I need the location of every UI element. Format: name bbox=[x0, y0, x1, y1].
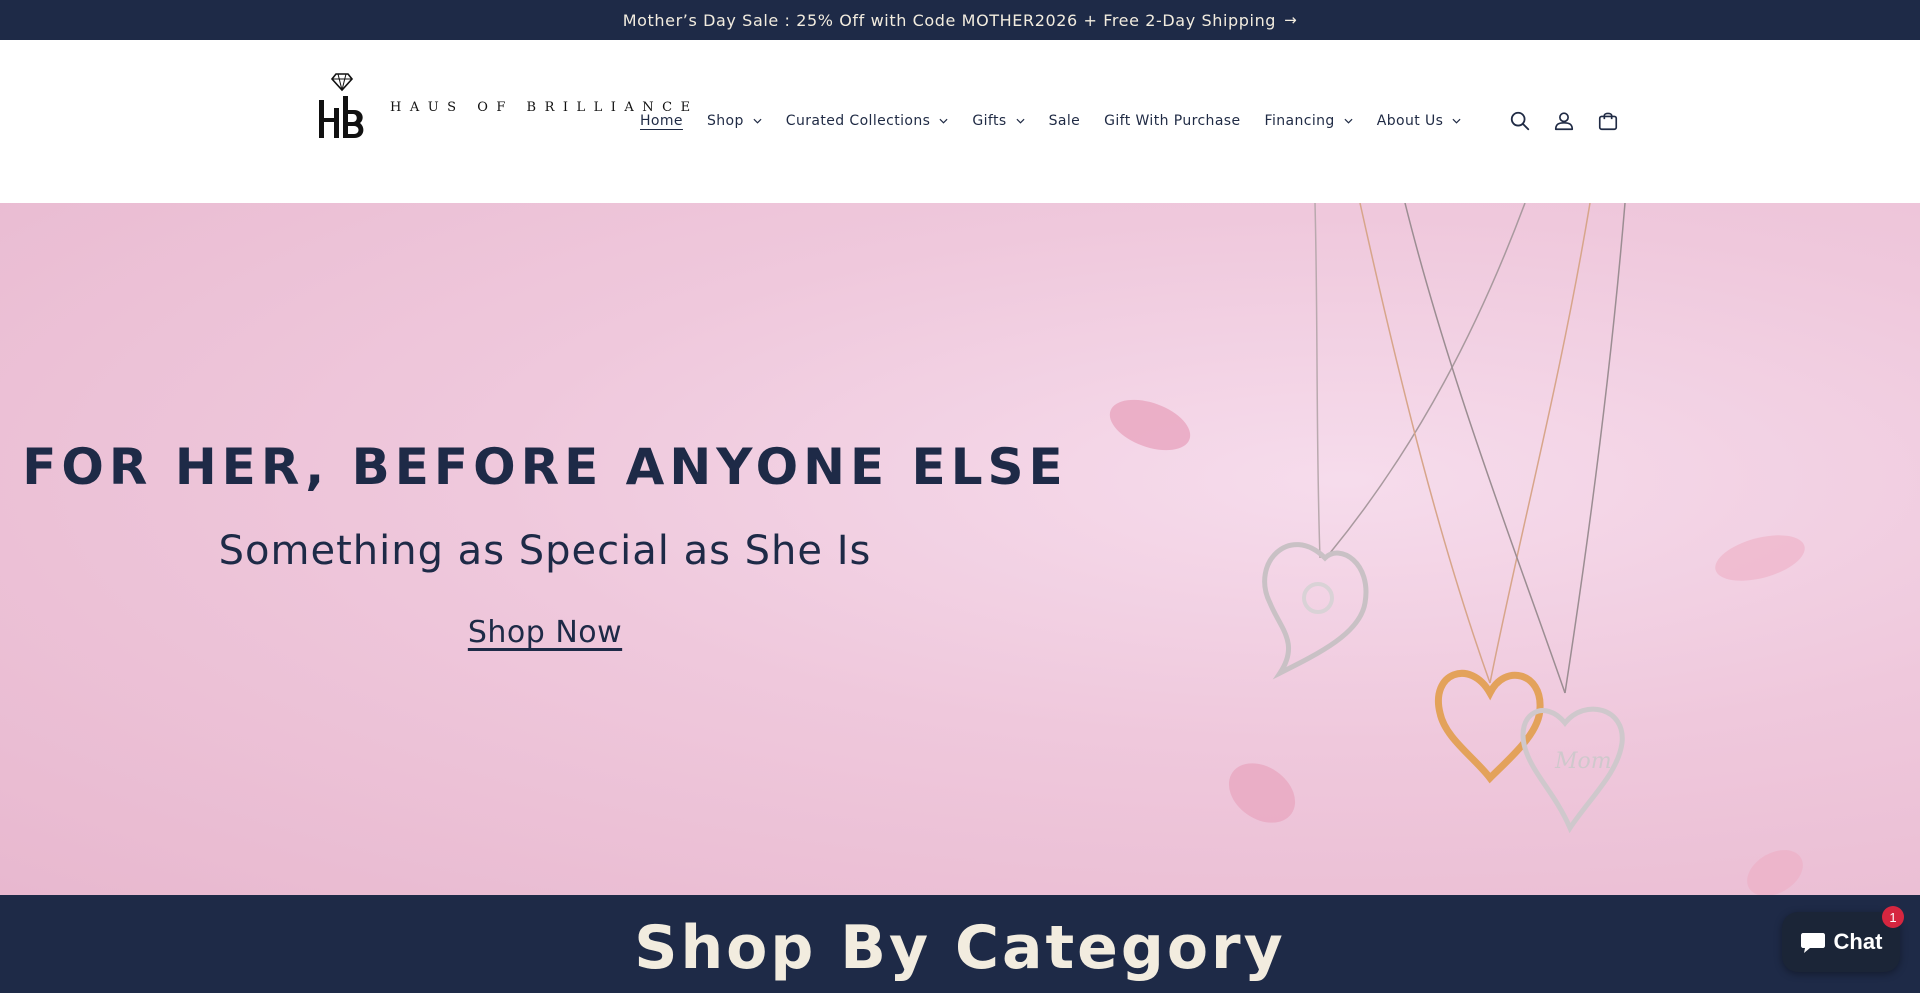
hero-banner[interactable]: Mom FOR HER, BEFORE ANYONE ELSE Somethin… bbox=[0, 203, 1920, 895]
chevron-down-icon bbox=[1344, 118, 1353, 124]
cart-icon bbox=[1598, 112, 1618, 131]
hero-subtitle: Something as Special as She Is bbox=[218, 528, 872, 574]
arrow-right-icon: → bbox=[1284, 11, 1298, 29]
nav-item-label: Gift With Purchase bbox=[1104, 113, 1241, 129]
nav-item-label: Shop bbox=[706, 113, 744, 129]
search-button[interactable] bbox=[1498, 104, 1542, 138]
shop-now-link[interactable]: Shop Now bbox=[0, 615, 1090, 650]
announcement-bar[interactable]: Mother’s Day Sale : 25% Off with Code MO… bbox=[0, 0, 1920, 40]
nav-item-label: About Us bbox=[1376, 113, 1444, 129]
shop-by-category-section: Shop By Category bbox=[0, 895, 1920, 993]
chat-label: Chat bbox=[1833, 929, 1883, 954]
nav-item-home[interactable]: Home bbox=[640, 113, 683, 129]
nav-item-gifts[interactable]: Gifts bbox=[972, 113, 1025, 129]
chat-notification-badge: 1 bbox=[1882, 906, 1904, 928]
nav-item-label: Sale bbox=[1048, 113, 1081, 129]
cart-button[interactable] bbox=[1586, 104, 1630, 138]
nav-item-financing[interactable]: Financing bbox=[1265, 113, 1353, 129]
nav-item-gift-with-purchase[interactable]: Gift With Purchase bbox=[1104, 113, 1240, 129]
announcement-text[interactable]: Mother’s Day Sale : 25% Off with Code MO… bbox=[623, 11, 1276, 30]
section-title: Shop By Category bbox=[634, 913, 1286, 983]
svg-text:Mom: Mom bbox=[1554, 749, 1612, 774]
nav-item-label: Home bbox=[640, 113, 683, 129]
chevron-down-icon bbox=[939, 118, 948, 124]
header-icons bbox=[1498, 104, 1630, 138]
nav-item-about-us[interactable]: About Us bbox=[1377, 113, 1462, 129]
logo-monogram-icon bbox=[319, 73, 364, 138]
chevron-down-icon bbox=[1452, 118, 1461, 124]
nav-item-label: Gifts bbox=[972, 113, 1007, 129]
nav-item-shop[interactable]: Shop bbox=[707, 113, 762, 129]
nav-item-label: Financing bbox=[1264, 113, 1335, 129]
account-icon bbox=[1554, 112, 1574, 131]
account-button[interactable] bbox=[1542, 104, 1586, 138]
chat-bubble-icon bbox=[1800, 933, 1825, 953]
chevron-down-icon bbox=[753, 118, 762, 124]
nav-item-label: Curated Collections bbox=[785, 113, 931, 129]
search-icon bbox=[1510, 111, 1530, 131]
nav-item-sale[interactable]: Sale bbox=[1049, 113, 1081, 129]
main-nav: Home Shop Curated Collections Gifts Sale… bbox=[640, 109, 1485, 133]
nav-item-curated-collections[interactable]: Curated Collections bbox=[786, 113, 949, 129]
site-header: HAUS OF BRILLIANCE Home Shop Curated Col… bbox=[0, 40, 1920, 203]
hero-title: FOR HER, BEFORE ANYONE ELSE bbox=[22, 438, 1068, 496]
chevron-down-icon bbox=[1016, 118, 1025, 124]
